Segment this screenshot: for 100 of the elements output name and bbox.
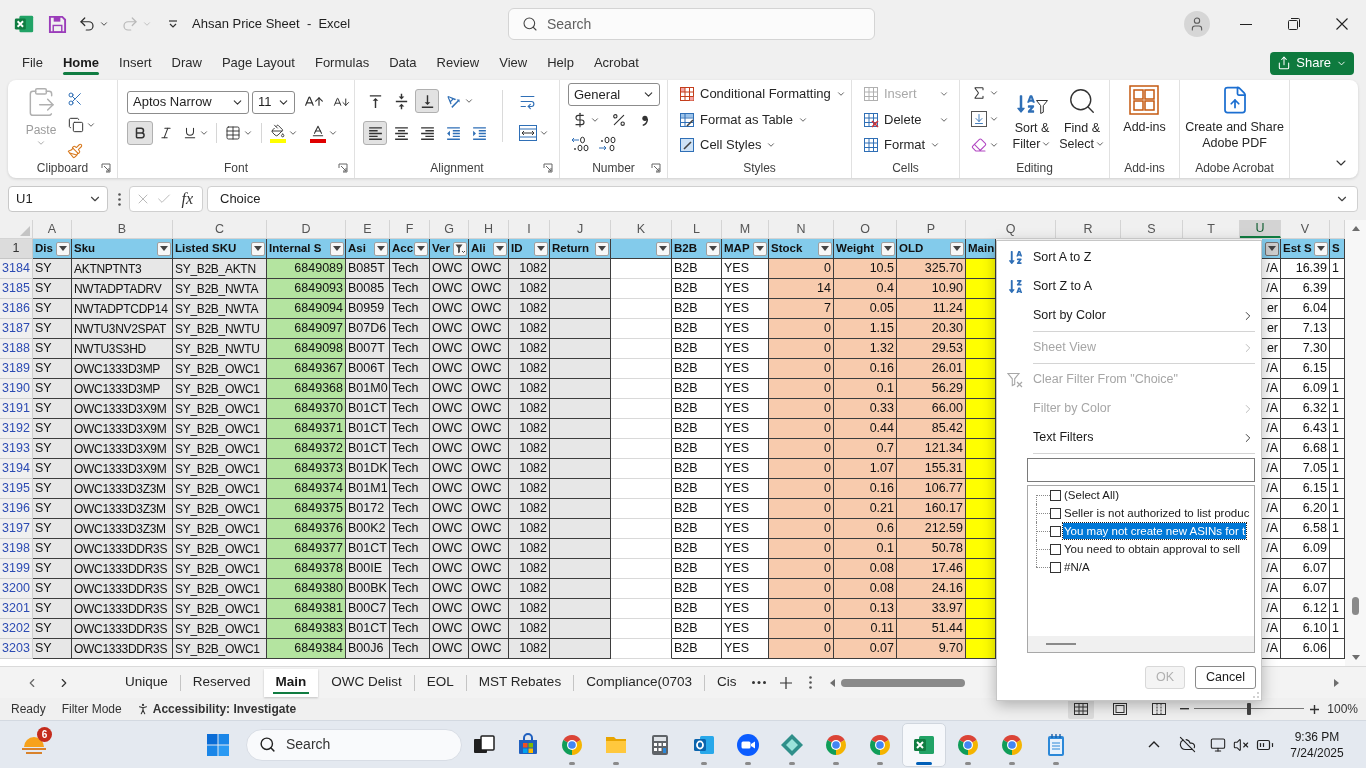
cancel-button[interactable]: Cancel (1195, 666, 1256, 689)
dialog-launcher-button[interactable] (651, 163, 661, 173)
clock-button[interactable]: 9:36 PM 7/24/2025 (1281, 724, 1353, 765)
menu-item[interactable]: Sort Z to A (997, 272, 1261, 301)
create-pdf-button[interactable]: Create and Share Adobe PDF (1185, 80, 1284, 158)
sheet-tab[interactable]: Main (263, 668, 319, 697)
accessibility-button[interactable]: Accessibility: Investigate (135, 700, 297, 718)
delete-button[interactable]: Delete (861, 106, 951, 133)
menu-item[interactable]: Sort by Color (997, 301, 1261, 330)
filter-dropdown-button[interactable] (656, 241, 670, 256)
filter-search-field[interactable] (1027, 458, 1255, 482)
ribbon-tab[interactable]: Acrobat (583, 48, 649, 78)
column-letter[interactable]: H (469, 220, 509, 238)
column-letter[interactable]: D (267, 220, 346, 238)
taskbar-search-field[interactable]: Search (246, 728, 462, 761)
column-letter[interactable]: S (1121, 220, 1183, 238)
filter-dropdown-button[interactable] (1314, 241, 1328, 256)
menu-item[interactable]: Text Filters (997, 423, 1261, 452)
column-letter[interactable]: L (672, 220, 722, 238)
filter-dropdown-button[interactable] (374, 241, 388, 256)
scrollbar-thumb[interactable] (1352, 597, 1359, 615)
checkbox[interactable] (1050, 525, 1061, 537)
column-letter[interactable]: J (550, 220, 611, 238)
weather-widget[interactable]: 6 (16, 726, 52, 763)
column-letter[interactable]: I (509, 220, 550, 238)
zoom-slider-thumb[interactable] (1247, 703, 1252, 715)
normal-view-button[interactable] (1068, 699, 1095, 719)
filter-dropdown-button[interactable] (534, 241, 548, 256)
filter-dropdown-button[interactable] (56, 241, 70, 256)
ribbon-tab[interactable]: Review (426, 48, 490, 78)
column-letter[interactable]: V (1281, 220, 1330, 238)
filter-dropdown-button[interactable] (950, 241, 964, 256)
column-letter[interactable]: R (1056, 220, 1121, 238)
sheet-tab[interactable]: Compliance(0703 (574, 668, 704, 697)
filter-dropdown-button[interactable] (453, 241, 467, 256)
filter-dropdown-button[interactable] (818, 241, 832, 256)
filter-value-option[interactable]: (Select All) (1063, 487, 1120, 503)
column-letter[interactable]: M (722, 220, 769, 238)
filter-dropdown-button[interactable] (493, 241, 507, 256)
column-letter[interactable]: K (611, 220, 672, 238)
ribbon-tab[interactable]: File (12, 48, 53, 78)
scrollbar-thumb[interactable] (841, 678, 966, 687)
sheet-tab[interactable]: Cis (704, 668, 749, 697)
name-box[interactable]: U1 (8, 186, 108, 212)
filter-dropdown-button[interactable] (881, 241, 895, 256)
ribbon-tab[interactable]: Formulas (304, 48, 380, 78)
filter-value-option[interactable]: You may not create new ASINs for t (1063, 523, 1247, 539)
add-ins-button[interactable]: Add-ins (1123, 80, 1166, 158)
align-left-button[interactable] (363, 121, 387, 145)
styles-menu-button[interactable]: Format as Table (677, 106, 848, 133)
column-letter[interactable]: P (897, 220, 966, 238)
sheet-tab[interactable]: OWC Delist (319, 668, 414, 697)
column-letter[interactable]: O (834, 220, 897, 238)
ribbon-tab[interactable]: Help (537, 48, 584, 78)
filter-dropdown-button[interactable] (706, 241, 720, 256)
filter-dropdown-button[interactable] (595, 241, 609, 256)
column-letter[interactable]: U (1240, 220, 1281, 238)
filter-value-option[interactable]: #N/A (1063, 559, 1091, 575)
find-select-button[interactable]: Find & Select (1057, 81, 1107, 158)
ribbon-tab[interactable]: View (489, 48, 538, 78)
menu-item[interactable]: Sort A to Z (997, 243, 1261, 272)
ribbon-tab[interactable]: Insert (109, 48, 162, 78)
column-letter[interactable]: G (430, 220, 469, 238)
sort-filter-button[interactable]: Sort & Filter (1007, 81, 1057, 158)
share-button[interactable]: Share (1270, 51, 1354, 75)
horizontal-scrollbar[interactable] (1028, 636, 1254, 652)
column-letter[interactable]: B (72, 220, 173, 238)
styles-menu-button[interactable]: Cell Styles (677, 132, 848, 158)
column-letter[interactable]: A (33, 220, 72, 238)
checkbox[interactable] (1050, 543, 1061, 555)
sheet-tab[interactable]: EOL (414, 668, 466, 697)
checkbox[interactable] (1050, 489, 1061, 501)
ribbon-tab[interactable]: Data (379, 48, 427, 78)
filter-dropdown-button[interactable] (157, 241, 171, 256)
bottom-align-button[interactable] (415, 89, 439, 113)
column-letter[interactable]: F (390, 220, 430, 238)
sheet-tab[interactable]: MST Rebates (466, 668, 574, 697)
ribbon-tab[interactable]: Page Layout (211, 48, 305, 78)
sheet-tab[interactable]: Reserved (180, 668, 263, 697)
ribbon-tab[interactable]: Draw (161, 48, 212, 78)
bold-button[interactable] (127, 121, 153, 145)
dialog-launcher-button[interactable] (338, 163, 348, 173)
font-name-combobox[interactable]: Aptos Narrow (127, 90, 249, 114)
save-button[interactable] (46, 13, 68, 35)
column-letter[interactable]: N (769, 220, 834, 238)
sheet-tab[interactable]: Unique (113, 668, 180, 697)
column-letter[interactable]: E (346, 220, 390, 238)
filter-dropdown-button[interactable] (414, 241, 428, 256)
zoom-slider[interactable] (1194, 702, 1305, 716)
filter-value-option[interactable]: You need to obtain approval to sell (1063, 541, 1242, 557)
dialog-launcher-button[interactable] (543, 163, 553, 173)
column-letter[interactable]: C (173, 220, 267, 238)
filter-value-option[interactable]: Seller is not authorized to list produc (1063, 505, 1251, 521)
column-letter[interactable]: Q (966, 220, 1056, 238)
scrollbar-thumb[interactable] (1046, 643, 1076, 645)
search-field[interactable]: Search (508, 8, 875, 40)
filter-dropdown-button[interactable] (753, 241, 767, 256)
number-format-combobox[interactable]: General (568, 83, 660, 106)
format-button[interactable]: Format (861, 132, 951, 158)
vertical-scrollbar[interactable] (1345, 220, 1366, 666)
